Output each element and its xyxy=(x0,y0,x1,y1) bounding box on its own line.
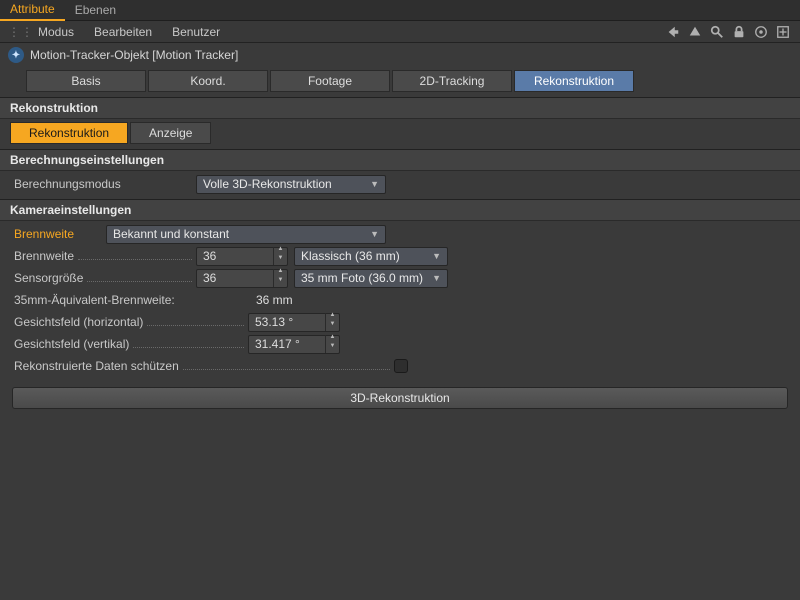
new-element-icon[interactable] xyxy=(774,23,792,41)
lock-icon[interactable] xyxy=(730,23,748,41)
menu-benutzer[interactable]: Benutzer xyxy=(162,25,230,39)
chevron-down-icon: ▼ xyxy=(370,179,379,189)
motion-tracker-icon: ✦ xyxy=(8,47,24,63)
dropdown-berechnungsmodus[interactable]: Volle 3D-Rekonstruktion ▼ xyxy=(196,175,386,194)
row-fov-vertical: Gesichtsfeld (vertikal) ▲▼ xyxy=(0,333,800,355)
spinner-down-icon[interactable]: ▼ xyxy=(274,278,287,287)
menu-bar: ⋮⋮ Modus Bearbeiten Benutzer xyxy=(0,21,800,43)
label-protect-data: Rekonstruierte Daten schützen xyxy=(14,359,179,373)
section-berechnung: Berechnungseinstellungen xyxy=(0,149,800,171)
tab-basis[interactable]: Basis xyxy=(26,70,146,92)
sub-tab-bar: Rekonstruktion Anzeige xyxy=(0,119,800,147)
row-berechnungsmodus: Berechnungsmodus Volle 3D-Rekonstruktion… xyxy=(0,173,800,195)
menu-bearbeiten[interactable]: Bearbeiten xyxy=(84,25,162,39)
tab-rekonstruktion[interactable]: Rekonstruktion xyxy=(514,70,634,92)
attribute-tab-bar: Basis Koord. Footage 2D-Tracking Rekonst… xyxy=(0,67,800,95)
input-fov-horizontal[interactable]: ▲▼ xyxy=(248,313,340,332)
target-icon[interactable] xyxy=(752,23,770,41)
spinner-down-icon[interactable]: ▼ xyxy=(274,256,287,265)
tab-koord[interactable]: Koord. xyxy=(148,70,268,92)
input-fov-horizontal-field[interactable] xyxy=(249,315,325,329)
label-fov-vertical: Gesichtsfeld (vertikal) xyxy=(14,337,129,351)
spinner-down-icon[interactable]: ▼ xyxy=(326,344,339,353)
input-sensorgroesse-field[interactable] xyxy=(197,271,273,285)
row-sensorgroesse: Sensorgröße ▲▼ 35 mm Foto (36.0 mm) ▼ xyxy=(0,267,800,289)
dropdown-brennweite-preset-value: Klassisch (36 mm) xyxy=(301,249,400,263)
label-brennweite: Brennweite xyxy=(14,249,74,263)
dropdown-brennweite-preset[interactable]: Klassisch (36 mm) ▼ xyxy=(294,247,448,266)
row-35mm-equiv: 35mm-Äquivalent-Brennweite: 36 mm xyxy=(0,289,800,311)
dropdown-sensor-preset-value: 35 mm Foto (36.0 mm) xyxy=(301,271,423,285)
dropdown-brennweite-mode[interactable]: Bekannt und konstant ▼ xyxy=(106,225,386,244)
label-fov-horizontal: Gesichtsfeld (horizontal) xyxy=(14,315,143,329)
input-sensorgroesse[interactable]: ▲▼ xyxy=(196,269,288,288)
button-3d-rekonstruktion[interactable]: 3D-Rekonstruktion xyxy=(12,387,788,409)
row-fov-horizontal: Gesichtsfeld (horizontal) ▲▼ xyxy=(0,311,800,333)
nav-up-icon[interactable] xyxy=(686,23,704,41)
spinner-down-icon[interactable]: ▼ xyxy=(326,322,339,331)
row-brennweite: Brennweite ▲▼ Klassisch (36 mm) ▼ xyxy=(0,245,800,267)
input-brennweite[interactable]: ▲▼ xyxy=(196,247,288,266)
subtab-anzeige[interactable]: Anzeige xyxy=(130,122,211,144)
value-35mm-equiv: 36 mm xyxy=(252,293,293,307)
menu-modus[interactable]: Modus xyxy=(28,25,84,39)
row-brennweite-mode: Brennweite Bekannt und konstant ▼ xyxy=(0,223,800,245)
chevron-down-icon: ▼ xyxy=(370,229,379,239)
checkbox-protect-data[interactable] xyxy=(394,359,408,373)
object-title: Motion-Tracker-Objekt [Motion Tracker] xyxy=(30,48,238,62)
object-header: ✦ Motion-Tracker-Objekt [Motion Tracker] xyxy=(0,43,800,67)
panel-tab-bar: Attribute Ebenen xyxy=(0,0,800,21)
input-fov-vertical[interactable]: ▲▼ xyxy=(248,335,340,354)
input-brennweite-field[interactable] xyxy=(197,249,273,263)
subtab-rekonstruktion[interactable]: Rekonstruktion xyxy=(10,122,128,144)
chevron-down-icon: ▼ xyxy=(432,273,441,283)
tab-attribute[interactable]: Attribute xyxy=(0,0,65,21)
tab-ebenen[interactable]: Ebenen xyxy=(65,0,126,20)
nav-back-icon[interactable] xyxy=(664,23,682,41)
tab-footage[interactable]: Footage xyxy=(270,70,390,92)
dropdown-sensor-preset[interactable]: 35 mm Foto (36.0 mm) ▼ xyxy=(294,269,448,288)
section-rekonstruktion: Rekonstruktion xyxy=(0,97,800,119)
dropdown-brennweite-mode-value: Bekannt und konstant xyxy=(113,227,229,241)
label-sensorgroesse: Sensorgröße xyxy=(14,271,83,285)
label-brennweite-mode: Brennweite xyxy=(14,227,74,241)
row-protect-data: Rekonstruierte Daten schützen xyxy=(0,355,800,377)
search-icon[interactable] xyxy=(708,23,726,41)
label-berechnungsmodus: Berechnungsmodus xyxy=(14,177,121,191)
grip-icon: ⋮⋮ xyxy=(8,25,22,39)
label-35mm-equiv: 35mm-Äquivalent-Brennweite: xyxy=(14,293,175,307)
tab-2d-tracking[interactable]: 2D-Tracking xyxy=(392,70,512,92)
input-fov-vertical-field[interactable] xyxy=(249,337,325,351)
chevron-down-icon: ▼ xyxy=(432,251,441,261)
section-kamera: Kameraeinstellungen xyxy=(0,199,800,221)
dropdown-berechnungsmodus-value: Volle 3D-Rekonstruktion xyxy=(203,177,332,191)
